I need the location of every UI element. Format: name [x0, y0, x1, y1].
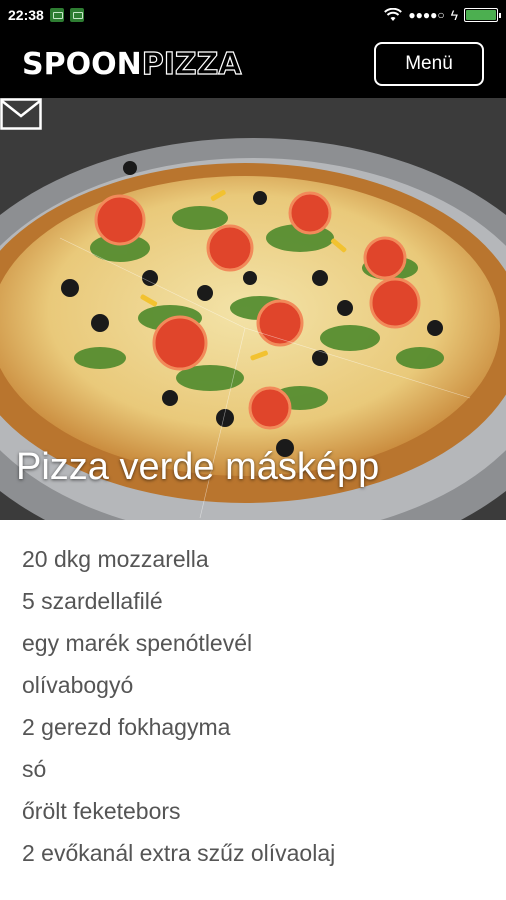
signal-strength-icon: ●●●●○	[408, 8, 445, 22]
logo-pizza-text: PIZZA	[141, 46, 242, 82]
ingredient-list: 20 dkg mozzarella 5 szardellafilé egy ma…	[0, 520, 506, 874]
battery-icon	[464, 8, 501, 22]
battery-fill	[466, 10, 496, 20]
ingredient-item: 2 gerezd fokhagyma	[22, 714, 231, 740]
menu-button[interactable]: Menü	[374, 42, 484, 86]
mail-icon[interactable]	[0, 98, 42, 130]
ingredient-item: őrölt feketebors	[22, 798, 181, 824]
notification-icon	[69, 8, 84, 22]
ingredient-item: 5 szardellafilé	[22, 588, 163, 614]
app-header: SPOONPIZZA Menü	[0, 30, 506, 98]
recipe-title: Pizza verde másképp	[16, 446, 380, 488]
charging-icon: ϟ	[450, 7, 458, 23]
ingredient-item: olívabogyó	[22, 672, 134, 698]
ingredient-item: egy marék spenótlevél	[22, 630, 253, 656]
status-indicators: ●●●●○ ϟ	[384, 7, 501, 23]
ingredient-item: 2 evőkanál extra szűz olívaolaj	[22, 840, 336, 866]
notification-icon	[49, 8, 64, 22]
logo[interactable]: SPOONPIZZA	[22, 46, 242, 82]
status-time: 22:38	[8, 7, 44, 23]
ingredient-item: só	[22, 756, 47, 782]
ingredient-item: 20 dkg mozzarella	[22, 546, 209, 572]
logo-spoon-text: SPOON	[22, 46, 142, 82]
status-bar: 22:38 ●●●●○ ϟ	[0, 0, 506, 30]
wifi-icon	[384, 8, 403, 21]
